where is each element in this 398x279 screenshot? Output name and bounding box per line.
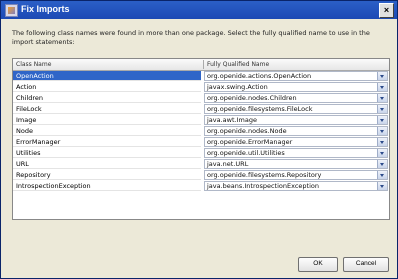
chevron-down-icon[interactable] <box>377 182 387 190</box>
fully-qualified-name-dropdown[interactable]: javax.swing.Action <box>204 82 388 92</box>
dropdown-selected-value: org.openide.util.Utilities <box>207 149 285 157</box>
table-row[interactable]: FileLock org.openide.filesystems.FileLock <box>13 104 389 115</box>
class-name-cell[interactable]: Repository <box>13 170 201 180</box>
column-divider[interactable] <box>203 60 204 69</box>
ok-button[interactable]: OK <box>298 257 338 272</box>
class-name-cell[interactable]: Utilities <box>13 148 201 158</box>
fully-qualified-name-dropdown[interactable]: java.beans.IntrospectionException <box>204 181 388 191</box>
class-name-cell[interactable]: FileLock <box>13 104 201 114</box>
app-icon <box>5 4 18 17</box>
fully-qualified-name-cell: org.openide.actions.OpenAction <box>204 71 389 81</box>
dropdown-selected-value: org.openide.actions.OpenAction <box>207 72 312 80</box>
fix-imports-dialog: Fix Imports × The following class names … <box>0 0 398 279</box>
fully-qualified-name-cell: org.openide.filesystems.Repository <box>204 170 389 180</box>
dropdown-selected-value: java.awt.Image <box>207 116 257 124</box>
fully-qualified-name-cell: java.net.URL <box>204 159 389 169</box>
table-row[interactable]: ErrorManager org.openide.ErrorManager <box>13 137 389 148</box>
fully-qualified-name-cell: java.beans.IntrospectionException <box>204 181 389 191</box>
chevron-down-icon[interactable] <box>377 138 387 146</box>
class-name-cell[interactable]: ErrorManager <box>13 137 201 147</box>
column-header-fully-qualified-name[interactable]: Fully Qualified Name <box>207 59 387 70</box>
fully-qualified-name-cell: java.awt.Image <box>204 115 389 125</box>
fully-qualified-name-cell: org.openide.util.Utilities <box>204 148 389 158</box>
fully-qualified-name-dropdown[interactable]: org.openide.filesystems.Repository <box>204 170 388 180</box>
fully-qualified-name-cell: javax.swing.Action <box>204 82 389 92</box>
imports-table: Class Name Fully Qualified Name OpenActi… <box>12 58 390 220</box>
class-name-cell[interactable]: Children <box>13 93 201 103</box>
cancel-button[interactable]: Cancel <box>343 257 389 272</box>
column-header-class-name[interactable]: Class Name <box>16 59 203 70</box>
fully-qualified-name-dropdown[interactable]: org.openide.ErrorManager <box>204 137 388 147</box>
class-name-cell[interactable]: Image <box>13 115 201 125</box>
table-row[interactable]: Action javax.swing.Action <box>13 82 389 93</box>
fully-qualified-name-cell: org.openide.filesystems.FileLock <box>204 104 389 114</box>
chevron-down-icon[interactable] <box>377 72 387 80</box>
class-name-cell[interactable]: OpenAction <box>13 71 201 81</box>
chevron-down-icon[interactable] <box>377 171 387 179</box>
table-header: Class Name Fully Qualified Name <box>13 59 389 71</box>
close-button[interactable]: × <box>379 3 394 18</box>
dropdown-selected-value: org.openide.nodes.Children <box>207 94 297 102</box>
dropdown-selected-value: org.openide.filesystems.FileLock <box>207 105 313 113</box>
chevron-down-icon[interactable] <box>377 83 387 91</box>
fully-qualified-name-cell: org.openide.nodes.Node <box>204 126 389 136</box>
fully-qualified-name-dropdown[interactable]: java.net.URL <box>204 159 388 169</box>
dialog-title: Fix Imports <box>21 4 70 14</box>
title-bar[interactable]: Fix Imports × <box>1 1 397 19</box>
chevron-down-icon[interactable] <box>377 160 387 168</box>
fully-qualified-name-dropdown[interactable]: org.openide.nodes.Children <box>204 93 388 103</box>
table-row[interactable]: Utilities org.openide.util.Utilities <box>13 148 389 159</box>
table-row[interactable]: OpenAction org.openide.actions.OpenAction <box>13 71 389 82</box>
fully-qualified-name-dropdown[interactable]: org.openide.nodes.Node <box>204 126 388 136</box>
table-row[interactable]: IntrospectionException java.beans.Introsp… <box>13 181 389 192</box>
table-row[interactable]: URL java.net.URL <box>13 159 389 170</box>
instruction-text: The following class names were found in … <box>12 29 370 46</box>
table-row[interactable]: Node org.openide.nodes.Node <box>13 126 389 137</box>
table-row[interactable]: Children org.openide.nodes.Children <box>13 93 389 104</box>
fully-qualified-name-dropdown[interactable]: org.openide.filesystems.FileLock <box>204 104 388 114</box>
chevron-down-icon[interactable] <box>377 116 387 124</box>
fully-qualified-name-dropdown[interactable]: org.openide.actions.OpenAction <box>204 71 388 81</box>
chevron-down-icon[interactable] <box>377 94 387 102</box>
dropdown-selected-value: javax.swing.Action <box>207 83 268 91</box>
dropdown-selected-value: org.openide.filesystems.Repository <box>207 171 322 179</box>
table-row[interactable]: Image java.awt.Image <box>13 115 389 126</box>
chevron-down-icon[interactable] <box>377 149 387 157</box>
dropdown-selected-value: java.beans.IntrospectionException <box>207 182 319 190</box>
class-name-cell[interactable]: Action <box>13 82 201 92</box>
dropdown-selected-value: java.net.URL <box>207 160 249 168</box>
class-name-cell[interactable]: URL <box>13 159 201 169</box>
dropdown-selected-value: org.openide.ErrorManager <box>207 138 293 146</box>
class-name-cell[interactable]: IntrospectionException <box>13 181 201 191</box>
chevron-down-icon[interactable] <box>377 127 387 135</box>
table-row[interactable]: Repository org.openide.filesystems.Reposi… <box>13 170 389 181</box>
chevron-down-icon[interactable] <box>377 105 387 113</box>
class-name-cell[interactable]: Node <box>13 126 201 136</box>
fully-qualified-name-dropdown[interactable]: java.awt.Image <box>204 115 388 125</box>
fully-qualified-name-dropdown[interactable]: org.openide.util.Utilities <box>204 148 388 158</box>
fully-qualified-name-cell: org.openide.nodes.Children <box>204 93 389 103</box>
dropdown-selected-value: org.openide.nodes.Node <box>207 127 287 135</box>
fully-qualified-name-cell: org.openide.ErrorManager <box>204 137 389 147</box>
